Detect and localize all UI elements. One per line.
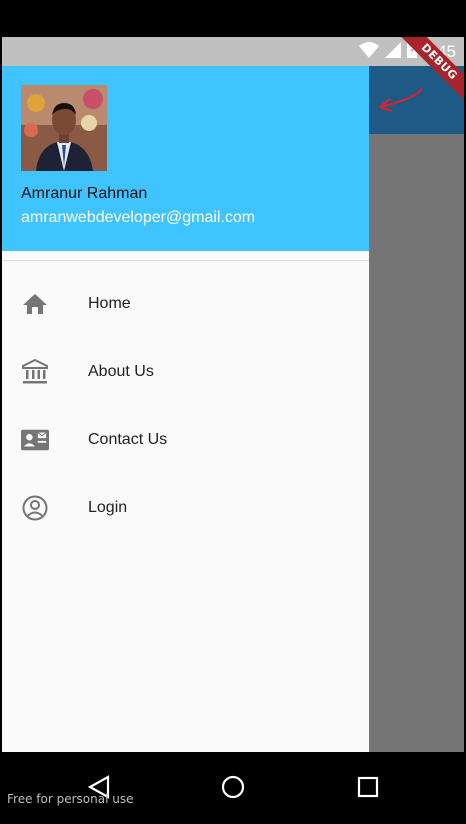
recents-button[interactable] bbox=[353, 772, 383, 802]
drawer-item-home[interactable]: Home bbox=[2, 270, 369, 338]
bank-icon bbox=[21, 358, 49, 386]
system-nav-bar bbox=[2, 752, 464, 824]
account-circle-icon bbox=[21, 494, 49, 522]
drawer-item-label: Home bbox=[88, 295, 131, 312]
navigation-drawer: Amranur Rahman amranwebdeveloper@gmail.c… bbox=[2, 37, 369, 752]
drawer-item-label: Login bbox=[88, 499, 128, 516]
drawer-item-contact-us[interactable]: Contact Us bbox=[2, 406, 369, 474]
drawer-item-label: Contact Us bbox=[88, 431, 168, 448]
signal-icon bbox=[384, 41, 401, 63]
divider bbox=[2, 260, 369, 261]
wifi-icon bbox=[358, 41, 379, 63]
account-name: Amranur Rahman bbox=[21, 185, 148, 202]
home-icon bbox=[21, 290, 49, 318]
drawer-item-about-us[interactable]: About Us bbox=[2, 338, 369, 406]
avatar[interactable] bbox=[21, 85, 107, 171]
drawer-header: Amranur Rahman amranwebdeveloper@gmail.c… bbox=[2, 66, 369, 251]
contact-card-icon bbox=[21, 426, 49, 454]
drawer-item-login[interactable]: Login bbox=[2, 474, 369, 542]
annotation-arrow-icon bbox=[374, 85, 426, 120]
drawer-item-label: About Us bbox=[88, 363, 154, 380]
watermark: Free for personal use bbox=[7, 792, 134, 806]
home-button[interactable] bbox=[218, 772, 248, 802]
status-bar: 5:45 bbox=[2, 37, 464, 66]
drawer-menu: Home About Us Contact Us Login bbox=[2, 270, 369, 542]
app-screen: 5:45 DEBUG bbox=[2, 37, 464, 824]
account-email: amranwebdeveloper@gmail.com bbox=[21, 209, 256, 226]
